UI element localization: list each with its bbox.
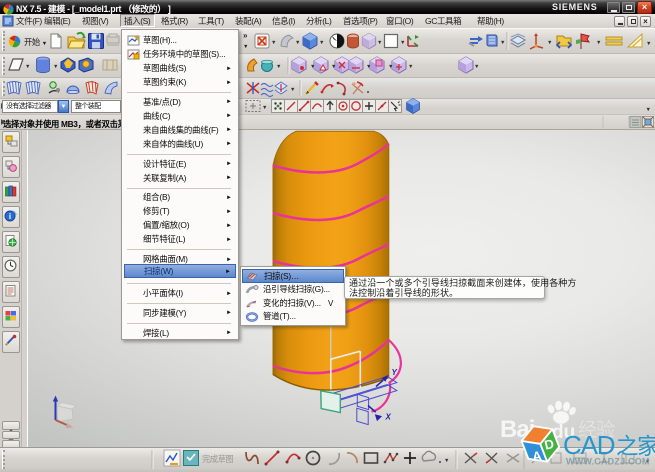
svg-text:i: i [9,212,11,221]
